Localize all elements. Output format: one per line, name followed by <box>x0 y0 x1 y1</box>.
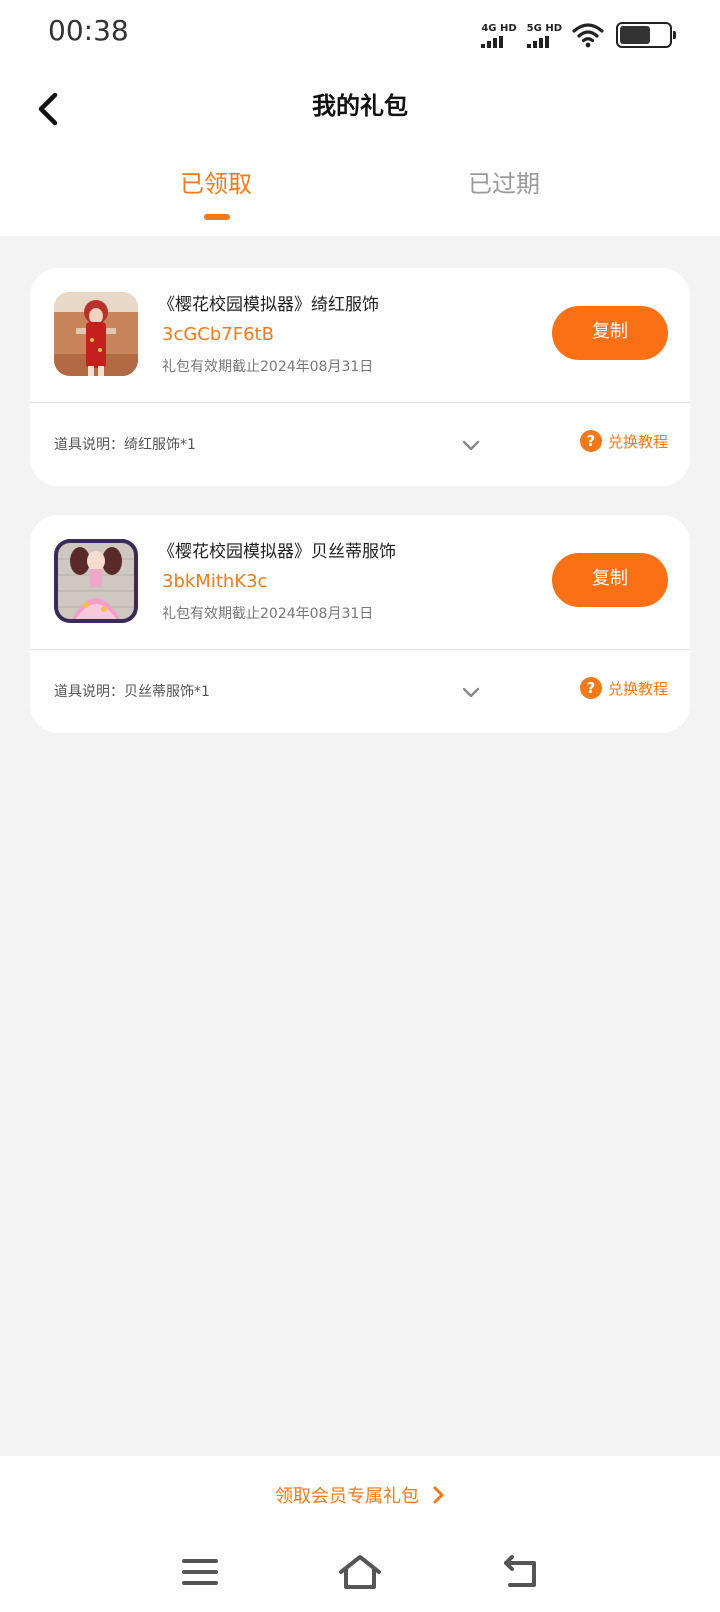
my-gifts-screen: 00:38 4G HD 5G HD 我的礼包 已领取 已过期 《樱花校园模拟器》… <box>0 0 720 1612</box>
divider <box>30 402 690 403</box>
redeem-tutorial-link[interactable]: ? 兑换教程 <box>579 430 668 452</box>
question-circle-icon: ? <box>579 677 602 699</box>
gift-expiry: 礼包有效期截止2024年08月31日 <box>162 606 374 622</box>
redeem-tutorial-link[interactable]: ? 兑换教程 <box>579 677 668 699</box>
status-bar: 00:38 4G HD 5G HD <box>0 0 720 64</box>
gift-code: 3bkMithK3c <box>162 571 268 592</box>
network-5g-label: 5G HD <box>526 23 562 34</box>
gift-description: 道具说明：贝丝蒂服饰*1 <box>54 684 210 700</box>
network-5g-indicator: 5G HD <box>526 23 562 48</box>
status-indicators: 4G HD 5G HD <box>481 18 676 48</box>
battery-icon <box>616 22 676 48</box>
gift-card: 《樱花校园模拟器》贝丝蒂服饰 3bkMithK3c 礼包有效期截止2024年08… <box>30 515 690 733</box>
chevron-right-icon <box>433 1486 444 1504</box>
nav-home-button[interactable] <box>330 1542 390 1602</box>
gift-name: 《樱花校园模拟器》绮红服饰 <box>158 295 379 315</box>
gift-card-header: 《樱花校园模拟器》绮红服饰 3cGCb7F6tB 礼包有效期截止2024年08月… <box>30 268 690 402</box>
vip-gift-link[interactable]: 领取会员专属礼包 <box>0 1482 720 1508</box>
back-icon <box>504 1555 536 1587</box>
tab-bar: 已领取 已过期 <box>0 164 720 236</box>
nav-menu-button[interactable] <box>170 1542 230 1602</box>
active-tab-indicator <box>204 214 230 220</box>
chevron-down-icon <box>462 440 480 451</box>
expand-button[interactable] <box>458 683 484 703</box>
home-icon <box>339 1555 381 1589</box>
nav-back-button[interactable] <box>490 1542 550 1602</box>
vip-gift-label: 领取会员专属礼包 <box>275 1486 419 1507</box>
battery-level <box>620 26 650 44</box>
system-nav-bar <box>0 1542 720 1612</box>
gift-thumbnail <box>54 539 138 623</box>
signal-bars-icon <box>526 36 549 48</box>
tab-claimed[interactable]: 已领取 <box>126 164 306 199</box>
tutorial-label: 兑换教程 <box>607 679 668 698</box>
menu-icon <box>182 1559 218 1585</box>
tutorial-label: 兑换教程 <box>607 432 668 451</box>
gift-card-header: 《樱花校园模拟器》贝丝蒂服饰 3bkMithK3c 礼包有效期截止2024年08… <box>30 515 690 649</box>
gift-card: 《樱花校园模拟器》绮红服饰 3cGCb7F6tB 礼包有效期截止2024年08月… <box>30 268 690 486</box>
copy-button[interactable]: 复制 <box>552 553 668 607</box>
page-header: 我的礼包 已领取 已过期 <box>0 64 720 236</box>
gift-thumbnail <box>54 292 138 376</box>
signal-bars-icon <box>481 36 504 48</box>
status-time: 00:38 <box>48 14 129 47</box>
bottom-area: 领取会员专属礼包 <box>0 1456 720 1612</box>
gift-name: 《樱花校园模拟器》贝丝蒂服饰 <box>158 542 396 562</box>
gift-description: 道具说明：绮红服饰*1 <box>54 437 196 453</box>
network-4g-indicator: 4G HD <box>481 23 517 48</box>
page-title: 我的礼包 <box>312 92 408 120</box>
gift-code: 3cGCb7F6tB <box>162 324 274 345</box>
question-circle-icon: ? <box>579 430 602 452</box>
copy-button[interactable]: 复制 <box>552 306 668 360</box>
wifi-icon <box>572 23 604 48</box>
chevron-down-icon <box>462 687 480 698</box>
expand-button[interactable] <box>458 436 484 456</box>
gift-expiry: 礼包有效期截止2024年08月31日 <box>162 359 374 375</box>
network-4g-label: 4G HD <box>481 23 517 34</box>
divider <box>30 649 690 650</box>
tab-expired[interactable]: 已过期 <box>414 164 594 199</box>
